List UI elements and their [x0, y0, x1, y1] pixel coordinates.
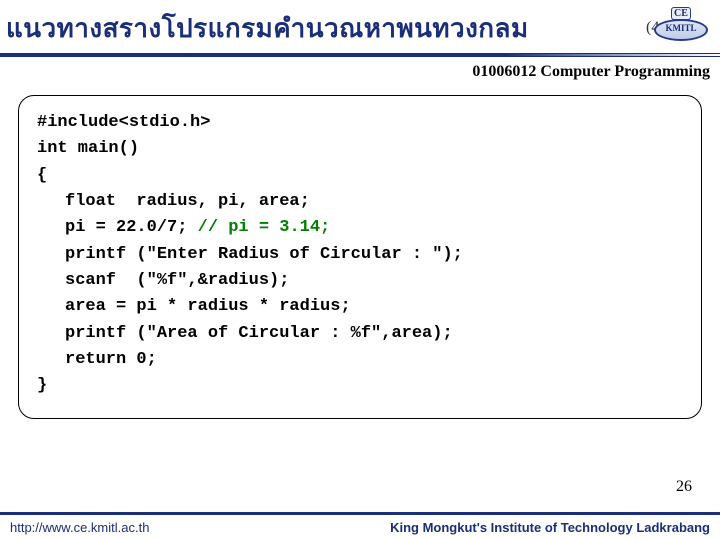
slide-title: แนวทางสรางโปรแกรมคำนวณหาพนทวงกลม: [6, 8, 529, 49]
code-text: pi = 22.0/7;: [65, 218, 198, 237]
logo-text-top: CE: [671, 7, 691, 20]
code-line: printf ("Area of Circular : %f",area);: [37, 321, 683, 347]
code-line: {: [37, 163, 683, 189]
header-divider: [0, 53, 720, 57]
institution-logo: (4 CE KMITL: [654, 9, 708, 49]
logo-text-bottom: KMITL: [665, 23, 696, 33]
code-line: #include<stdio.h>: [37, 110, 683, 136]
footer-institution: King Mongkut's Institute of Technology L…: [390, 520, 710, 535]
code-line: float radius, pi, area;: [37, 189, 683, 215]
code-line: }: [37, 373, 683, 399]
code-line: scanf ("%f",&radius);: [37, 268, 683, 294]
slide-header: แนวทางสรางโปรแกรมคำนวณหาพนทวงกลม (4 CE K…: [0, 0, 720, 53]
footer-url: http://www.ce.kmitl.ac.th: [10, 520, 149, 535]
code-line: printf ("Enter Radius of Circular : ");: [37, 242, 683, 268]
code-block: #include<stdio.h> int main() { float rad…: [18, 95, 702, 419]
page-number: 26: [676, 478, 692, 496]
slide-footer: http://www.ce.kmitl.ac.th King Mongkut's…: [0, 512, 720, 540]
code-line: return 0;: [37, 347, 683, 373]
code-line: pi = 22.0/7; // pi = 3.14;: [37, 215, 683, 241]
code-line: area = pi * radius * radius;: [37, 294, 683, 320]
code-comment: // pi = 3.14;: [198, 218, 331, 237]
course-code-label: 01006012 Computer Programming: [0, 59, 720, 95]
code-line: int main(): [37, 136, 683, 162]
